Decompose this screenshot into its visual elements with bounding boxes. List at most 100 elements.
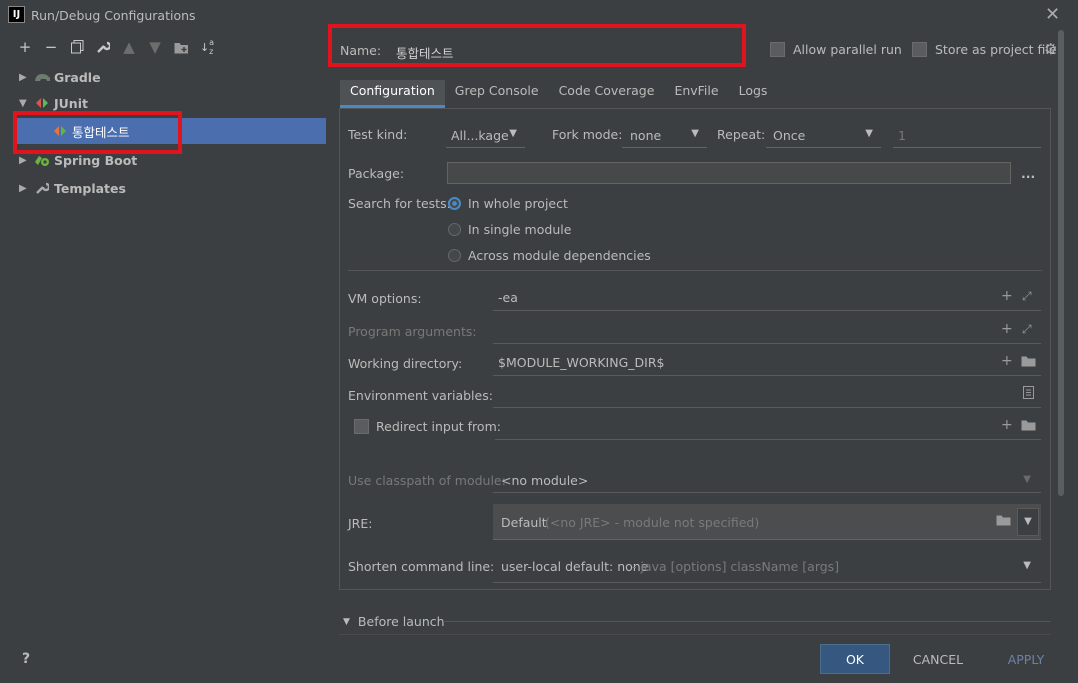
expand-arrow-icon[interactable]: ▶ (19, 183, 33, 194)
redirect-input-checkbox[interactable]: Redirect input from: (354, 419, 501, 434)
before-launch-label: Before launch (357, 614, 445, 629)
tree-item-label: JUnit (54, 95, 88, 111)
fork-mode-dropdown[interactable]: none ▼ (622, 123, 707, 148)
expand-arrow-icon[interactable]: ▶ (19, 155, 33, 166)
remove-icon[interactable]: − (40, 36, 62, 58)
add-icon[interactable]: + (14, 36, 36, 58)
wrench-icon (33, 180, 51, 196)
allow-parallel-checkbox[interactable]: Allow parallel run (770, 42, 902, 57)
tree-item-gradle[interactable]: ▶ Gradle (13, 64, 326, 90)
repeat-label: Repeat: (717, 127, 766, 142)
add-icon[interactable]: + (1001, 417, 1013, 433)
add-icon[interactable]: + (1001, 321, 1013, 337)
store-project-label: Store as project file (935, 42, 1057, 57)
expand-icon[interactable]: ⤢ (1022, 322, 1032, 337)
tab-logs[interactable]: Logs (729, 80, 778, 108)
jre-value: Default (501, 515, 547, 530)
shorten-command-line-label: Shorten command line: (348, 559, 495, 574)
tab-code-coverage[interactable]: Code Coverage (549, 80, 665, 108)
radio-icon[interactable] (448, 223, 461, 236)
shorten-command-line-dropdown[interactable]: user-local default: none - java [options… (493, 554, 1041, 583)
apply-button[interactable]: APPLY (990, 644, 1062, 674)
document-icon[interactable] (1023, 386, 1034, 403)
jre-label: JRE: (348, 516, 373, 531)
name-label: Name: (340, 43, 382, 58)
intellij-logo-icon: IJ (8, 6, 25, 23)
move-up-icon[interactable]: ▲ (118, 36, 140, 58)
classpath-module-dropdown[interactable]: <no module> ▼ (493, 468, 1041, 493)
sort-icon[interactable]: ↓ a z (196, 36, 218, 58)
tree-item-integration-test[interactable]: 통합테스트 (13, 118, 326, 144)
package-input[interactable] (447, 162, 1011, 184)
collapse-arrow-icon[interactable]: ▼ (19, 98, 33, 109)
help-button[interactable]: ? (22, 651, 30, 667)
search-for-tests-label: Search for tests: (348, 196, 451, 211)
working-directory-input[interactable]: $MODULE_WORKING_DIR$ (493, 351, 1041, 376)
scrollbar[interactable] (1058, 30, 1064, 496)
expand-icon[interactable]: ⤢ (1022, 289, 1032, 304)
new-folder-icon[interactable] (170, 36, 192, 58)
tree-item-label: 통합테스트 (72, 124, 130, 140)
radio-label: Across module dependencies (468, 248, 651, 263)
radio-icon[interactable] (448, 249, 461, 262)
folder-icon[interactable] (996, 514, 1011, 529)
move-down-icon[interactable]: ▼ (144, 36, 166, 58)
radio-whole-project[interactable]: In whole project (448, 196, 568, 211)
browse-button[interactable]: ... (1021, 166, 1035, 181)
dropdown-arrow-icon: ▼ (1023, 474, 1031, 485)
checkbox-box[interactable] (354, 419, 369, 434)
wrench-icon[interactable] (92, 36, 114, 58)
close-icon[interactable]: ✕ (1045, 4, 1060, 25)
tab-grep-console[interactable]: Grep Console (445, 80, 549, 108)
radio-selected-icon[interactable] (448, 197, 461, 210)
repeat-dropdown[interactable]: Once ▼ (766, 123, 881, 148)
fork-mode-label: Fork mode: (552, 127, 623, 142)
environment-variables-label: Environment variables: (348, 388, 493, 403)
vm-options-label: VM options: (348, 291, 422, 306)
fork-mode-value: none (630, 127, 662, 143)
copy-icon[interactable] (66, 36, 88, 58)
tree-item-templates[interactable]: ▶ Templates (13, 175, 326, 201)
add-icon[interactable]: + (1001, 288, 1013, 304)
cancel-button[interactable]: CANCEL (901, 644, 975, 674)
redirect-input-field[interactable] (495, 415, 1041, 440)
tab-configuration[interactable]: Configuration (340, 80, 445, 108)
collapse-arrow-icon[interactable]: ▼ (343, 617, 350, 627)
gear-icon[interactable]: ⚙ (1044, 40, 1057, 58)
jre-dropdown[interactable]: Default (<no JRE> - module not specified… (493, 504, 1041, 540)
checkbox-box[interactable] (770, 42, 785, 57)
tree-item-junit[interactable]: ▼ JUnit (13, 90, 326, 116)
window-title: Run/Debug Configurations (31, 8, 196, 23)
name-input[interactable]: 통합테스트 (396, 43, 454, 62)
folder-icon[interactable] (1021, 355, 1036, 371)
dropdown-arrow-icon: ▼ (1023, 560, 1031, 571)
config-tabs: Configuration Grep Console Code Coverage… (340, 80, 777, 108)
dropdown-arrow-icon[interactable]: ▼ (1017, 508, 1039, 536)
checkbox-box[interactable] (912, 42, 927, 57)
expand-arrow-icon[interactable]: ▶ (19, 72, 33, 83)
program-arguments-label: Program arguments: (348, 324, 477, 339)
program-arguments-input[interactable] (493, 319, 1041, 344)
config-toolbar: + − ▲ ▼ ↓ a z (14, 36, 218, 58)
before-launch-section[interactable]: ▼ Before launch (343, 614, 445, 629)
vm-options-value: -ea (498, 290, 518, 305)
store-as-project-file-checkbox[interactable]: Store as project file (912, 42, 1057, 57)
radio-across-module-dependencies[interactable]: Across module dependencies (448, 248, 651, 263)
repeat-count-input[interactable]: 1 (893, 123, 1041, 148)
add-icon[interactable]: + (1001, 353, 1013, 369)
spring-boot-icon (33, 152, 51, 168)
vm-options-input[interactable]: -ea (493, 286, 1041, 311)
junit-icon (33, 95, 51, 111)
environment-variables-input[interactable] (493, 383, 1041, 408)
radio-single-module[interactable]: In single module (448, 222, 571, 237)
jre-hint: (<no JRE> - module not specified) (545, 515, 760, 530)
ok-button[interactable]: OK (820, 644, 890, 674)
divider (443, 621, 1051, 622)
repeat-count-value: 1 (898, 127, 906, 143)
tree-item-spring-boot[interactable]: ▶ Spring Boot (13, 147, 326, 173)
test-kind-dropdown[interactable]: All...kage ▼ (446, 123, 525, 148)
allow-parallel-label: Allow parallel run (793, 42, 902, 57)
working-directory-value: $MODULE_WORKING_DIR$ (498, 355, 665, 370)
folder-icon[interactable] (1021, 419, 1036, 435)
tab-envfile[interactable]: EnvFile (664, 80, 728, 108)
